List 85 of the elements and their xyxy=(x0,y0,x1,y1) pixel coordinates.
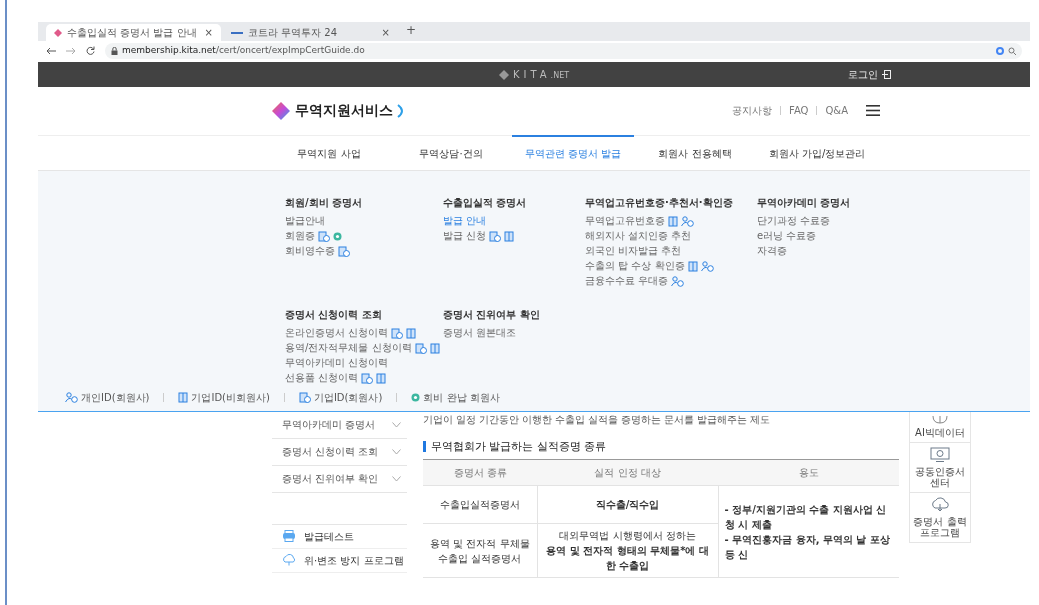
menu-link[interactable]: 무역아카데미 신청이력 xyxy=(285,357,389,370)
diamond-icon xyxy=(54,28,62,37)
browser-tab[interactable]: 수출입실적 증명서 발급 안내 × xyxy=(46,24,221,41)
building-icon xyxy=(178,391,189,403)
legend-label: 개인ID(회원사) xyxy=(81,390,150,405)
printer-icon xyxy=(282,530,296,543)
menu-link[interactable]: 용역/전자적무체물 신청이력 xyxy=(285,342,412,355)
legend-label: 기업ID(비회원사) xyxy=(191,390,270,405)
table-cell: 수출입실적증명서 xyxy=(423,485,538,524)
intro-text: 기업이 일정 기간동안 이행한 수출입 실적을 증명하는 문서를 발급해주는 제도 xyxy=(423,412,772,427)
menu-section-title: 증명서 신청이력 조회 xyxy=(285,308,383,323)
menu-link[interactable]: 외국인 비자발급 추천 xyxy=(585,245,682,258)
search-icon xyxy=(1008,46,1016,55)
sidebar-tool[interactable]: 발급테스트 xyxy=(272,524,407,549)
close-icon[interactable]: × xyxy=(381,25,390,40)
quick-menu-item[interactable]: AI빅데이터 xyxy=(909,411,971,443)
menu-link[interactable]: 자격증 xyxy=(757,245,787,258)
forward-arrow-icon xyxy=(66,46,76,55)
back-arrow-icon xyxy=(46,46,56,55)
nav-tab[interactable]: 회원사 가입/정보관리 xyxy=(756,135,878,171)
column-header: 증명서 종류 xyxy=(423,459,538,486)
diamond-icon xyxy=(498,69,509,80)
sidebar-item[interactable]: 증명서 진위여부 확인 xyxy=(272,465,407,493)
nav-tab[interactable]: 무역상담·건의 xyxy=(390,135,512,171)
monitor-icon xyxy=(930,446,950,463)
new-tab-button[interactable]: + xyxy=(400,22,423,41)
menu-link[interactable]: 발급 안내 xyxy=(443,215,487,228)
browser-tab[interactable]: 코트라 무역투자 24 × xyxy=(223,24,398,41)
table-cell: - 정부/지원기관의 수출 지원사업 신청 시 제출 - 무역진흥자금 융자, 무역의 날 포상 등 신 xyxy=(718,485,899,578)
cloud-download-icon xyxy=(930,496,950,513)
menu-link[interactable]: 무역업고유번호증 xyxy=(585,215,665,228)
diamond-logo-icon xyxy=(271,100,291,121)
menu-link[interactable]: 회비영수증 xyxy=(285,245,335,258)
header-link[interactable]: 공지사항 xyxy=(732,103,773,119)
column-header: 용도 xyxy=(718,459,899,486)
url-text: membership.kita.net/cert/oncert/expImpCertGuide.do xyxy=(122,43,365,57)
google-icon xyxy=(996,46,1004,55)
menu-section-title: 수출입실적 증명서 xyxy=(443,196,528,211)
header-link[interactable]: Q&A xyxy=(825,103,848,119)
menu-link[interactable]: 단기과정 수료증 xyxy=(757,215,831,228)
menu-section-title: 증명서 진위여부 확인 xyxy=(443,308,541,323)
header-link[interactable]: FAQ xyxy=(789,103,809,119)
cloud-icon xyxy=(282,554,296,567)
chevron-icon xyxy=(392,421,401,428)
menu-link[interactable]: 회원증 xyxy=(285,230,315,243)
quick-menu-item[interactable]: 증명서 출력 프로그램 xyxy=(909,492,971,543)
person-icon xyxy=(65,391,78,403)
menu-link[interactable]: 온라인증명서 신청이력 xyxy=(285,327,389,340)
table-cell: 직수출/직수입 xyxy=(537,485,719,524)
quick-menu-item[interactable]: 공동인증서 센터 xyxy=(909,442,971,493)
kita-logo[interactable]: KITA.NET xyxy=(512,67,570,83)
section-heading: 무역협회가 발급하는 실적증명 종류 xyxy=(423,441,899,452)
menu-link[interactable]: 수출의 탑 수상 확인증 xyxy=(585,260,685,273)
menu-section-title: 무역업고유번호증·추천서·확인증 xyxy=(585,196,734,211)
login-icon xyxy=(882,70,891,80)
legend-label: 기업ID(회원사) xyxy=(313,390,383,405)
close-icon[interactable]: × xyxy=(204,25,213,40)
menu-link[interactable]: e러닝 수료증 xyxy=(757,230,817,243)
menu-link[interactable]: 증명서 원본대조 xyxy=(443,327,517,340)
reload-icon xyxy=(86,46,95,56)
nav-tab[interactable]: 무역지원 사업 xyxy=(268,135,390,171)
legend-label: 회비 완납 회원사 xyxy=(423,390,500,405)
menu-section-title: 무역아카데미 증명서 xyxy=(757,196,852,211)
sidebar-item[interactable]: 증명서 신청이력 조회 xyxy=(272,438,407,466)
document-badge-icon xyxy=(298,391,311,403)
address-bar[interactable]: membership.kita.net/cert/oncert/expImpCertGuide.do xyxy=(105,42,1022,59)
lock-icon xyxy=(111,46,118,55)
site-title[interactable]: 무역지원서비스 xyxy=(295,100,393,122)
column-header: 실적 인정 대상 xyxy=(537,459,719,486)
menu-link[interactable]: 발급안내 xyxy=(285,215,325,228)
login-link[interactable]: 로그인 xyxy=(848,67,891,83)
chevron-icon xyxy=(392,475,401,482)
menu-link[interactable]: 발급 신청 xyxy=(443,230,487,243)
menu-section-title: 회원/회비 증명서 xyxy=(285,196,364,211)
star-circle-icon xyxy=(411,392,421,402)
menu-icon[interactable] xyxy=(866,105,880,117)
sidebar-item[interactable]: 무역아카데미 증명서 xyxy=(272,411,407,439)
nav-tab[interactable]: 회원사 전용혜택 xyxy=(634,135,756,171)
sidebar-tool[interactable]: 위·변조 방지 프로그램 xyxy=(272,548,407,573)
table-cell: 용역 및 전자적 무체물 수출입 실적증명서 xyxy=(423,523,538,578)
chevron-icon xyxy=(392,448,401,455)
menu-link[interactable]: 선용품 신청이력 xyxy=(285,372,359,385)
menu-link[interactable]: 해외지사 설치인증 추천 xyxy=(585,230,692,243)
network-icon xyxy=(931,415,949,424)
menu-link[interactable]: 금융수수료 우대증 xyxy=(585,275,669,288)
